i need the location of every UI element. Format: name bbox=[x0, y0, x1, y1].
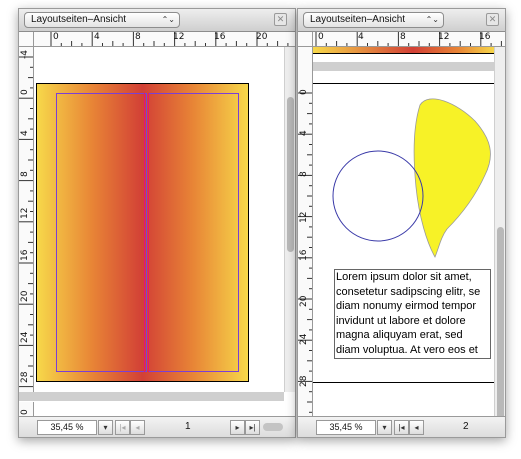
left-close-icon[interactable]: ✕ bbox=[274, 13, 287, 26]
left-next-page-icon[interactable]: ▸ bbox=[230, 420, 245, 435]
page-two-graphics bbox=[332, 98, 491, 258]
right-view-popup[interactable]: Layoutseiten–Ansicht ⌃⌄ bbox=[303, 12, 444, 28]
outline-circle[interactable] bbox=[332, 150, 424, 242]
left-hscroll-thumb[interactable] bbox=[263, 423, 283, 431]
left-page-number[interactable]: 1 bbox=[185, 421, 191, 432]
margin-frame-right bbox=[148, 93, 239, 372]
ruler-label: 8 bbox=[400, 32, 406, 42]
ruler-label: 12 bbox=[173, 32, 185, 42]
right-ruler-corner bbox=[298, 32, 313, 47]
right-vertical-scrollbar[interactable] bbox=[494, 47, 505, 422]
right-page-number[interactable]: 2 bbox=[463, 421, 469, 432]
ruler-label: 0 bbox=[299, 89, 309, 95]
margin-frame-left bbox=[56, 93, 147, 372]
text-line: invidunt ut labore et dolore bbox=[336, 314, 466, 327]
text-line: diam nonumy eirmod tempor bbox=[336, 300, 477, 312]
ruler-label: 28 bbox=[299, 375, 309, 387]
left-ruler-horizontal[interactable]: 0 4 8 12 16 20 24 bbox=[34, 32, 295, 47]
right-zoom-menu-icon[interactable]: ▾ bbox=[377, 420, 392, 435]
left-view-popup[interactable]: Layoutseiten–Ansicht ⌃⌄ bbox=[24, 12, 180, 28]
left-vertical-scrollbar[interactable] bbox=[284, 47, 295, 392]
right-layout-window: Layoutseiten–Ansicht ⌃⌄ ✕ 0 4 8 12 16 0 … bbox=[297, 8, 506, 438]
ruler-label: 0 bbox=[20, 409, 30, 415]
text-frame[interactable]: Lorem ipsum dolor sit amet, consetetur s… bbox=[334, 269, 491, 359]
ruler-label: 4 bbox=[20, 130, 30, 136]
ruler-label: 12 bbox=[299, 211, 309, 223]
ruler-label: -4 bbox=[20, 50, 30, 59]
text-line: Lorem ipsum dolor sit amet, bbox=[336, 271, 472, 283]
ruler-label: 4 bbox=[358, 32, 364, 42]
left-layout-window: Layoutseiten–Ansicht ⌃⌄ ✕ 0 4 8 12 16 20… bbox=[18, 8, 296, 438]
text-line: magna aliquyam erat, sed bbox=[336, 329, 463, 341]
right-first-page-icon[interactable]: |◂ bbox=[394, 420, 409, 435]
text-line: consetetur sadipscing elitr, se bbox=[336, 285, 481, 298]
left-ruler-corner bbox=[19, 32, 34, 47]
left-prev-page-icon[interactable]: ◂ bbox=[130, 420, 145, 435]
right-canvas[interactable]: Lorem ipsum dolor sit amet, consetetur s… bbox=[313, 47, 495, 417]
right-ruler-horizontal[interactable]: 0 4 8 12 16 bbox=[313, 32, 505, 47]
left-zoom-menu-icon[interactable]: ▾ bbox=[98, 420, 113, 435]
ruler-label: 8 bbox=[20, 171, 30, 177]
right-status-bar: 35,45 % ▾ |◂ ◂ 2 bbox=[298, 416, 505, 437]
ruler-label: 16 bbox=[299, 249, 309, 261]
ruler-label: 16 bbox=[479, 32, 491, 42]
left-ruler-vertical-lower: 0 bbox=[19, 402, 34, 417]
ruler-label: 20 bbox=[20, 290, 30, 302]
ruler-label: 0 bbox=[20, 89, 30, 95]
left-first-page-icon[interactable]: |◂ bbox=[115, 420, 130, 435]
ruler-label: 20 bbox=[256, 32, 268, 42]
spine-guide bbox=[144, 93, 145, 372]
left-ruler-vertical[interactable]: -4 0 4 8 12 16 20 24 28 bbox=[19, 47, 34, 392]
ruler-label: 24 bbox=[299, 333, 309, 345]
ruler-label: 4 bbox=[94, 32, 100, 42]
ruler-label: 12 bbox=[438, 32, 450, 42]
left-view-popup-label: Layoutseiten–Ansicht bbox=[31, 14, 127, 25]
ruler-label: 16 bbox=[214, 32, 226, 42]
right-titlebar: Layoutseiten–Ansicht ⌃⌄ ✕ bbox=[298, 9, 505, 32]
ruler-label: 28 bbox=[20, 371, 30, 383]
right-prev-page-icon[interactable]: ◂ bbox=[409, 420, 424, 435]
ruler-label: 4 bbox=[299, 130, 309, 136]
right-close-icon[interactable]: ✕ bbox=[486, 13, 499, 26]
right-scroll-thumb[interactable] bbox=[497, 227, 504, 422]
spine-guide bbox=[148, 93, 149, 372]
ruler-label: 8 bbox=[299, 171, 309, 177]
ruler-label: 16 bbox=[20, 249, 30, 261]
right-view-popup-label: Layoutseiten–Ansicht bbox=[310, 14, 406, 25]
popup-arrows-icon: ⌃⌄ bbox=[425, 15, 439, 24]
right-zoom-field[interactable]: 35,45 % bbox=[316, 420, 376, 435]
left-scroll-thumb[interactable] bbox=[287, 97, 294, 252]
ruler-label: 20 bbox=[299, 295, 309, 307]
popup-arrows-icon: ⌃⌄ bbox=[161, 15, 175, 24]
ruler-label: 0 bbox=[53, 32, 59, 42]
ruler-label: 12 bbox=[20, 207, 30, 219]
ruler-label: 8 bbox=[135, 32, 141, 42]
left-titlebar: Layoutseiten–Ansicht ⌃⌄ ✕ bbox=[19, 9, 295, 32]
ruler-label: 0 bbox=[318, 32, 324, 42]
text-line: diam voluptua. At vero eos et bbox=[336, 343, 478, 356]
left-zoom-field[interactable]: 35,45 % bbox=[37, 420, 97, 435]
right-ruler-vertical[interactable]: 0 4 8 12 16 20 24 28 32 bbox=[298, 47, 313, 417]
left-horizontal-scroll-strip[interactable] bbox=[19, 392, 284, 401]
left-canvas[interactable] bbox=[34, 47, 284, 392]
yellow-freeform-shape[interactable] bbox=[413, 98, 491, 258]
left-last-page-icon[interactable]: ▸| bbox=[245, 420, 260, 435]
left-status-bar: 35,45 % ▾ |◂ ◂ 1 ▸ ▸| bbox=[19, 416, 295, 437]
ruler-label: 24 bbox=[20, 331, 30, 343]
